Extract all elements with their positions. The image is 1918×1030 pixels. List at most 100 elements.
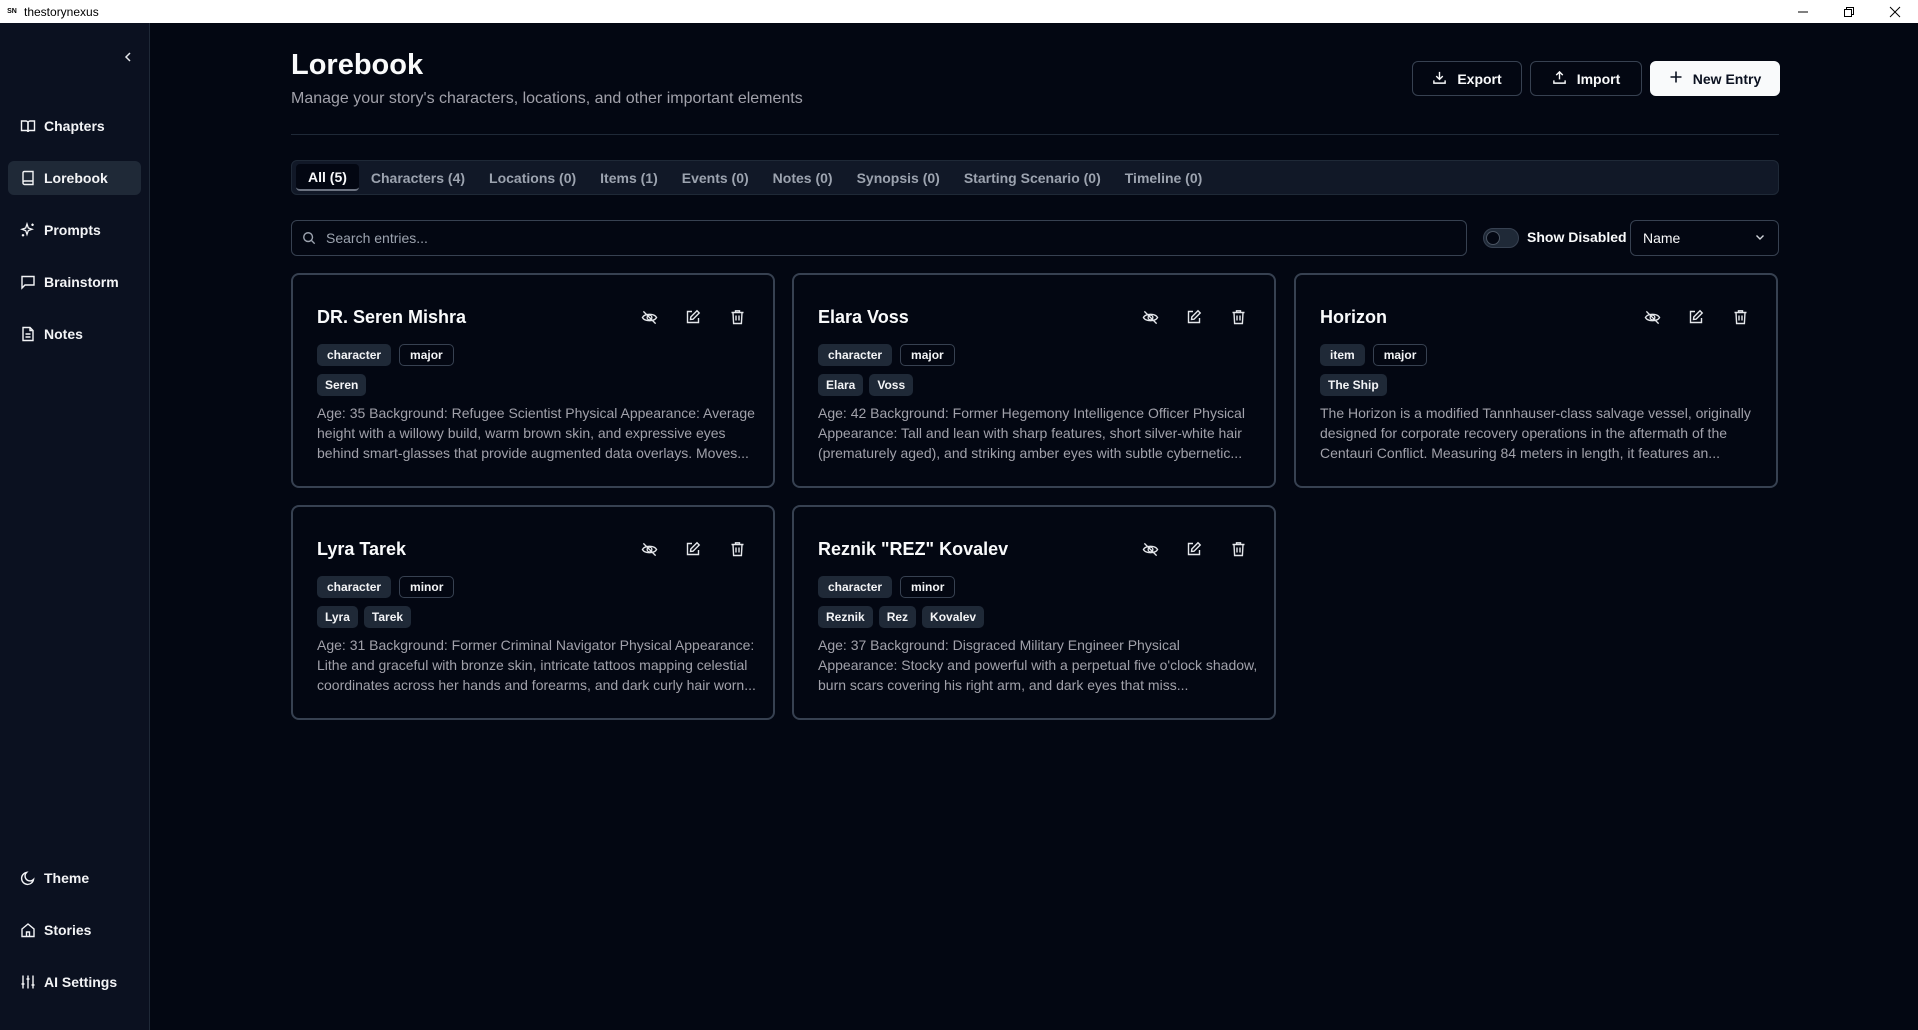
eye-off-icon[interactable] (1642, 307, 1662, 327)
entry-actions (1642, 307, 1750, 327)
alias-badge: Elara (818, 374, 864, 396)
entry-description: Age: 42 Background: Former Hegemony Inte… (818, 405, 1245, 461)
upload-icon (1552, 70, 1567, 88)
show-disabled-toggle[interactable] (1483, 228, 1519, 248)
tab-timeline[interactable]: Timeline (0) (1113, 164, 1215, 191)
edit-icon[interactable] (683, 307, 703, 327)
entry-actions (1140, 539, 1248, 559)
type-badge: character (317, 576, 392, 598)
alias-badge: Lyra (317, 606, 358, 628)
search-input[interactable]: Search entries... (291, 220, 1467, 256)
alias-badge: Rez (878, 606, 917, 628)
sidebar-item-notes[interactable]: Notes (8, 317, 141, 351)
edit-icon[interactable] (1184, 539, 1204, 559)
entry-actions (639, 307, 747, 327)
home-icon (20, 922, 36, 938)
sidebar-item-label: AI Settings (44, 974, 118, 990)
header-divider (291, 134, 1779, 135)
tab-characters[interactable]: Characters (4) (359, 164, 477, 191)
search-placeholder: Search entries... (326, 230, 428, 246)
sidebar-item-prompts[interactable]: Prompts (8, 213, 141, 247)
new-entry-button-label: New Entry (1692, 70, 1762, 87)
page-title: Lorebook (291, 49, 424, 81)
minimize-icon[interactable] (1780, 0, 1826, 23)
type-badge: item (1320, 344, 1365, 366)
edit-icon[interactable] (1686, 307, 1706, 327)
import-button[interactable]: Import (1530, 61, 1642, 96)
trash-icon[interactable] (1228, 307, 1248, 327)
eye-off-icon[interactable] (639, 539, 659, 559)
alias-badge: Reznik (818, 606, 873, 628)
entry-description: Age: 31 Background: Former Criminal Navi… (317, 637, 756, 693)
sort-select[interactable]: Name (1630, 220, 1779, 256)
entry-card[interactable]: Horizon item major The Ship The Horizon … (1294, 273, 1778, 488)
importance-badge: major (399, 344, 454, 366)
sidebar-item-theme[interactable]: Theme (8, 861, 141, 895)
export-button[interactable]: Export (1412, 61, 1522, 96)
sidebar: Chapters Lorebook Prompts Brainstorm Not… (0, 23, 150, 1030)
entry-aliases: The Ship (1320, 374, 1387, 396)
entry-name: Horizon (1320, 307, 1387, 327)
tab-items[interactable]: Items (1) (588, 164, 670, 191)
entry-card[interactable]: Reznik "REZ" Kovalev character minor Rez… (792, 505, 1276, 720)
book-icon (20, 170, 36, 186)
tab-locations[interactable]: Locations (0) (477, 164, 588, 191)
trash-icon[interactable] (1730, 307, 1750, 327)
trash-icon[interactable] (727, 307, 747, 327)
entry-card[interactable]: Lyra Tarek character minor Lyra Tarek Ag… (291, 505, 775, 720)
importance-badge: minor (399, 576, 455, 598)
restore-icon[interactable] (1826, 0, 1872, 23)
entry-card[interactable]: DR. Seren Mishra character major Seren A… (291, 273, 775, 488)
tab-all[interactable]: All (5) (296, 164, 359, 191)
chevron-down-icon (1754, 230, 1766, 246)
entry-name: Reznik "REZ" Kovalev (818, 539, 1009, 559)
new-entry-button[interactable]: New Entry (1650, 61, 1780, 96)
sidebar-item-stories[interactable]: Stories (8, 913, 141, 947)
type-badge: character (317, 344, 392, 366)
tab-starting-scenario[interactable]: Starting Scenario (0) (952, 164, 1113, 191)
toggle-knob (1486, 231, 1500, 245)
file-text-icon (20, 326, 36, 342)
entry-card[interactable]: Elara Voss character major Elara Voss Ag… (792, 273, 1276, 488)
window-title: thestorynexus (24, 4, 99, 19)
entry-description: Age: 37 Background: Disgraced Military E… (818, 637, 1258, 693)
import-button-label: Import (1576, 70, 1621, 87)
tab-events[interactable]: Events (0) (670, 164, 761, 191)
trash-icon[interactable] (727, 539, 747, 559)
sidebar-item-ai-settings[interactable]: AI Settings (8, 965, 141, 999)
entry-actions (1140, 307, 1248, 327)
sidebar-item-label: Chapters (44, 118, 105, 134)
tab-notes[interactable]: Notes (0) (761, 164, 845, 191)
close-icon[interactable] (1872, 0, 1918, 23)
edit-icon[interactable] (1184, 307, 1204, 327)
sliders-icon (20, 974, 36, 990)
window-controls (1780, 0, 1918, 23)
sidebar-item-label: Stories (44, 922, 92, 938)
sidebar-item-lorebook[interactable]: Lorebook (8, 161, 141, 195)
sidebar-item-label: Prompts (44, 222, 101, 238)
chevron-left-icon[interactable] (118, 47, 138, 67)
importance-badge: major (900, 344, 955, 366)
eye-off-icon[interactable] (1140, 539, 1160, 559)
app-icon: SN (7, 8, 17, 15)
entry-aliases: Lyra Tarek (317, 606, 412, 628)
window-titlebar: SN thestorynexus (0, 0, 1918, 23)
entry-aliases: Elara Voss (818, 374, 914, 396)
plus-icon (1669, 70, 1683, 87)
alias-badge: The Ship (1320, 374, 1387, 396)
sidebar-item-brainstorm[interactable]: Brainstorm (8, 265, 141, 299)
export-button-label: Export (1457, 70, 1502, 87)
alias-badge: Tarek (363, 606, 412, 628)
trash-icon[interactable] (1228, 539, 1248, 559)
sidebar-item-label: Theme (44, 870, 90, 886)
importance-badge: major (1372, 344, 1428, 366)
edit-icon[interactable] (683, 539, 703, 559)
download-icon (1432, 70, 1447, 88)
show-disabled-label: Show Disabled (1527, 229, 1627, 245)
alias-badge: Voss (869, 374, 914, 396)
tab-synopsis[interactable]: Synopsis (0) (845, 164, 952, 191)
book-open-icon (20, 118, 36, 134)
eye-off-icon[interactable] (639, 307, 659, 327)
sidebar-item-chapters[interactable]: Chapters (8, 109, 141, 143)
eye-off-icon[interactable] (1140, 307, 1160, 327)
